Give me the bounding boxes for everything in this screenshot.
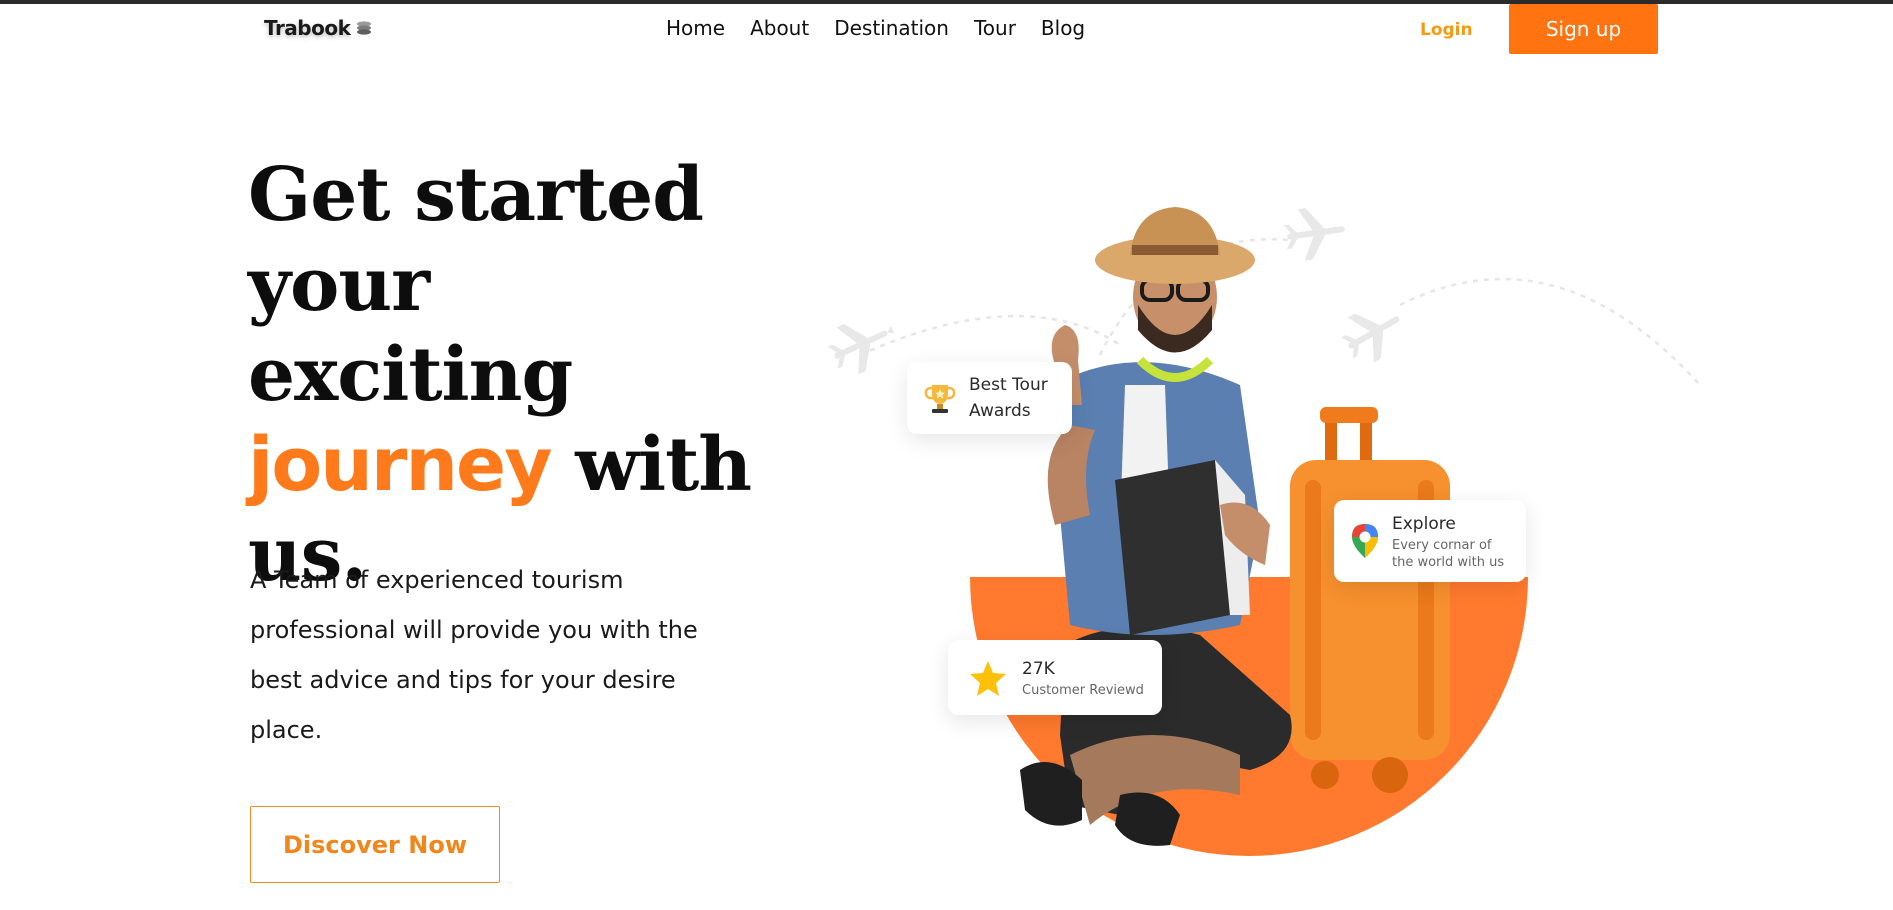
hero-title-after-accent: with <box>550 422 752 508</box>
hero-illustration-svg <box>827 207 1701 856</box>
nav-blog[interactable]: Blog <box>1041 16 1085 40</box>
best-tour-awards-card: Best Tour Awards <box>907 362 1072 434</box>
flight-path-right <box>1399 277 1701 386</box>
hero-title: Get started your exciting journey with u… <box>248 150 768 600</box>
nav-tour[interactable]: Tour <box>974 16 1016 40</box>
hero-title-line2: your exciting <box>248 242 573 418</box>
airplane-icon-middle <box>1283 208 1345 261</box>
trophy-icon <box>924 385 956 413</box>
hero-title-accent: journey <box>248 422 552 508</box>
review-label: Customer Reviewd <box>1022 683 1144 698</box>
explore-title: Explore <box>1392 514 1456 534</box>
hero-title-line1: Get started <box>248 152 704 238</box>
explore-subtitle-line2: the world with us <box>1392 555 1505 570</box>
nav-home[interactable]: Home <box>666 16 725 40</box>
review-count: 27K <box>1022 659 1055 679</box>
awards-title-line1: Best Tour <box>969 375 1048 395</box>
brand-logo[interactable]: Trabook <box>264 16 374 40</box>
suitcase-illustration <box>1290 407 1450 793</box>
explore-subtitle-line1: Every cornar of <box>1392 538 1492 553</box>
hero-illustration <box>820 195 1720 895</box>
brand-name: Trabook <box>264 16 351 40</box>
airplane-icon-left <box>827 323 895 375</box>
customer-reviews-card: 27K Customer Reviewd <box>948 640 1162 715</box>
hero-description: A Team of experienced tourism profession… <box>250 566 698 744</box>
awards-title-line2: Awards <box>969 401 1031 421</box>
discover-now-button[interactable]: Discover Now <box>250 806 500 883</box>
login-link[interactable]: Login <box>1420 20 1473 40</box>
signup-button[interactable]: Sign up <box>1509 4 1658 54</box>
map-pin-icon <box>1352 524 1378 558</box>
coin-stack-icon <box>357 21 372 35</box>
explore-card: Explore Every cornar of the world with u… <box>1334 500 1526 582</box>
airplane-icon-right <box>1341 313 1400 363</box>
star-icon <box>970 660 1006 696</box>
main-nav: Home About Destination Tour Blog <box>666 16 1085 40</box>
flight-path-left <box>859 314 1121 357</box>
nav-about[interactable]: About <box>750 16 809 40</box>
nav-destination[interactable]: Destination <box>834 16 949 40</box>
